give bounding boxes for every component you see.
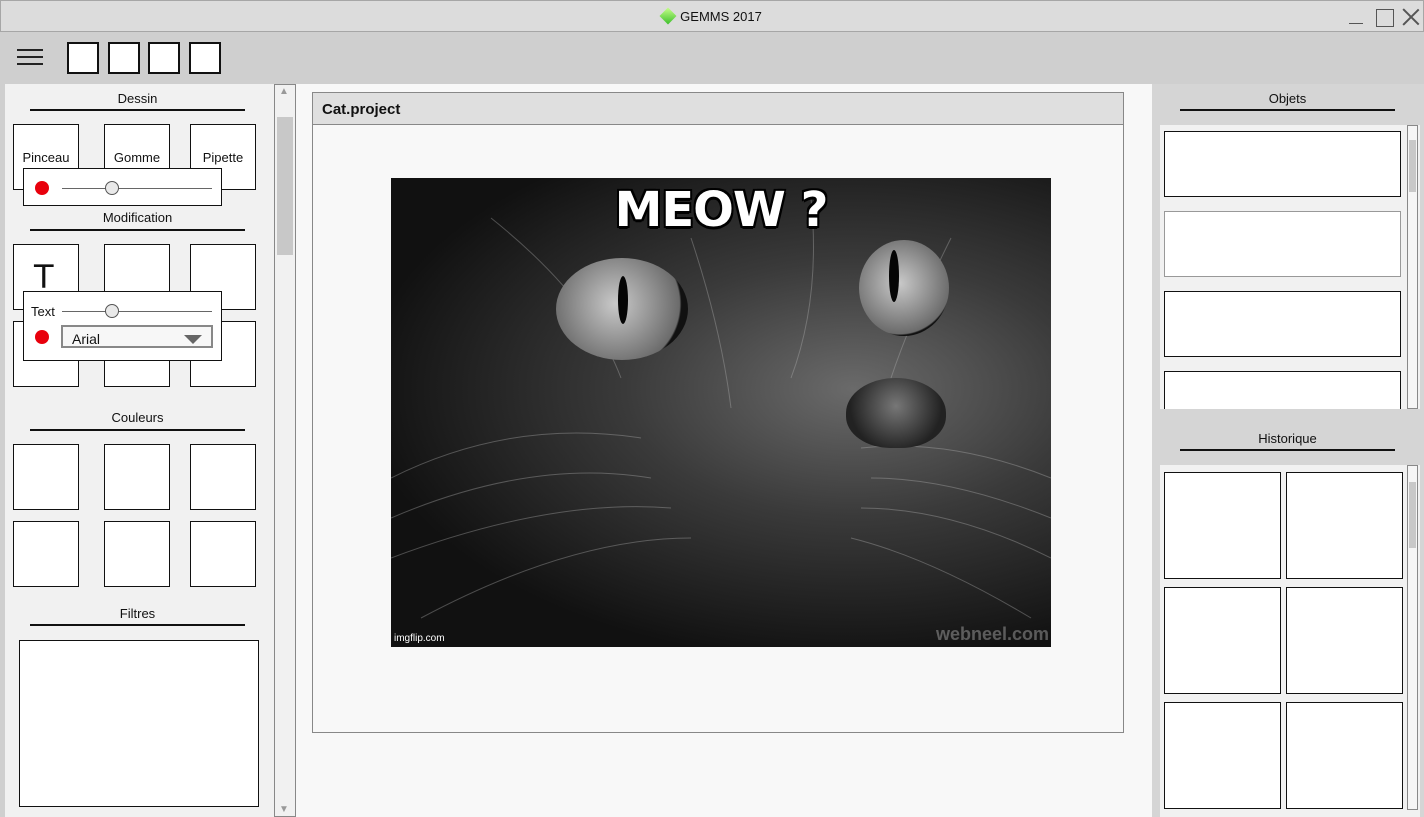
text-color-swatch[interactable] <box>35 330 49 344</box>
cat-left-eye <box>556 258 688 360</box>
watermark-right: webneel.com <box>935 624 1049 644</box>
close-icon[interactable] <box>1401 7 1421 27</box>
couleurs-divider <box>30 429 245 431</box>
historique-divider <box>1180 449 1395 451</box>
history-item-2[interactable] <box>1286 472 1403 579</box>
chevron-down-icon <box>184 335 202 344</box>
color-swatch-5[interactable] <box>104 521 170 587</box>
scrollbar-thumb[interactable] <box>277 117 293 255</box>
object-item-4[interactable] <box>1164 371 1401 409</box>
history-item-6[interactable] <box>1286 702 1403 809</box>
couleurs-title: Couleurs <box>111 410 164 425</box>
brush-color-swatch[interactable] <box>35 181 49 195</box>
toolbar-button-2[interactable] <box>108 42 140 74</box>
watermark-left: imgflip.com <box>394 633 445 644</box>
hamburger-icon[interactable] <box>17 49 43 65</box>
object-item-1[interactable] <box>1164 131 1401 197</box>
historique-title: Historique <box>1258 431 1317 446</box>
window-title: GEMMS 2017 <box>1 7 1423 25</box>
filtres-divider <box>30 624 245 626</box>
filtres-title: Filtres <box>119 606 156 621</box>
history-item-4[interactable] <box>1286 587 1403 694</box>
cat-right-eye <box>859 240 949 336</box>
brush-options-popup <box>23 168 222 206</box>
history-scrollbar[interactable] <box>1407 465 1418 810</box>
left-tool-panel: Dessin Pinceau Gomme Pipette Modificatio… <box>5 84 274 817</box>
color-swatch-1[interactable] <box>13 444 79 510</box>
left-panel-scrollbar[interactable]: ▲ ▼ <box>274 84 296 817</box>
objects-scrollbar-thumb[interactable] <box>1409 140 1416 192</box>
text-options-popup: Text Arial <box>23 291 222 361</box>
history-item-1[interactable] <box>1164 472 1281 579</box>
text-options-label: Text <box>31 304 55 319</box>
modification-title: Modification <box>102 210 173 225</box>
brush-size-knob[interactable] <box>104 181 119 195</box>
maximize-icon[interactable] <box>1374 7 1394 27</box>
image-caption: MEOW ? <box>614 182 829 238</box>
app-logo-icon <box>659 7 677 25</box>
toolbar-button-1[interactable] <box>67 42 99 74</box>
dessin-divider <box>30 109 245 111</box>
object-item-2[interactable] <box>1164 211 1401 277</box>
toolbar-button-3[interactable] <box>148 42 180 74</box>
objects-scrollbar[interactable] <box>1407 125 1418 409</box>
color-swatch-4[interactable] <box>13 521 79 587</box>
toolbar-button-4[interactable] <box>189 42 221 74</box>
history-scrollbar-thumb[interactable] <box>1409 482 1416 548</box>
objets-title: Objets <box>1268 91 1307 106</box>
scroll-down-icon[interactable]: ▼ <box>279 804 289 815</box>
text-size-knob[interactable] <box>104 304 119 318</box>
title-bar: GEMMS 2017 <box>0 0 1424 32</box>
toolbar <box>0 32 1424 83</box>
font-select[interactable]: Arial <box>61 325 213 348</box>
object-item-3[interactable] <box>1164 291 1401 357</box>
history-item-5[interactable] <box>1164 702 1281 809</box>
color-swatch-2[interactable] <box>104 444 170 510</box>
color-swatch-3[interactable] <box>190 444 256 510</box>
modification-divider <box>30 229 245 231</box>
minimize-icon[interactable] <box>1346 7 1366 27</box>
project-title: Cat.project <box>322 101 401 118</box>
brush-size-track[interactable] <box>62 188 212 189</box>
canvas-image[interactable]: MEOW ? imgflip.com webneel.com <box>391 178 1051 647</box>
cat-nose <box>846 378 946 448</box>
text-size-track[interactable] <box>62 311 212 312</box>
color-swatch-6[interactable] <box>190 521 256 587</box>
cat-fur-texture <box>391 197 1051 619</box>
objets-divider <box>1180 109 1395 111</box>
dessin-title: Dessin <box>117 91 158 106</box>
history-item-3[interactable] <box>1164 587 1281 694</box>
project-header: Cat.project <box>313 93 1123 125</box>
scroll-up-icon[interactable]: ▲ <box>279 86 289 97</box>
filters-list[interactable] <box>19 640 259 807</box>
